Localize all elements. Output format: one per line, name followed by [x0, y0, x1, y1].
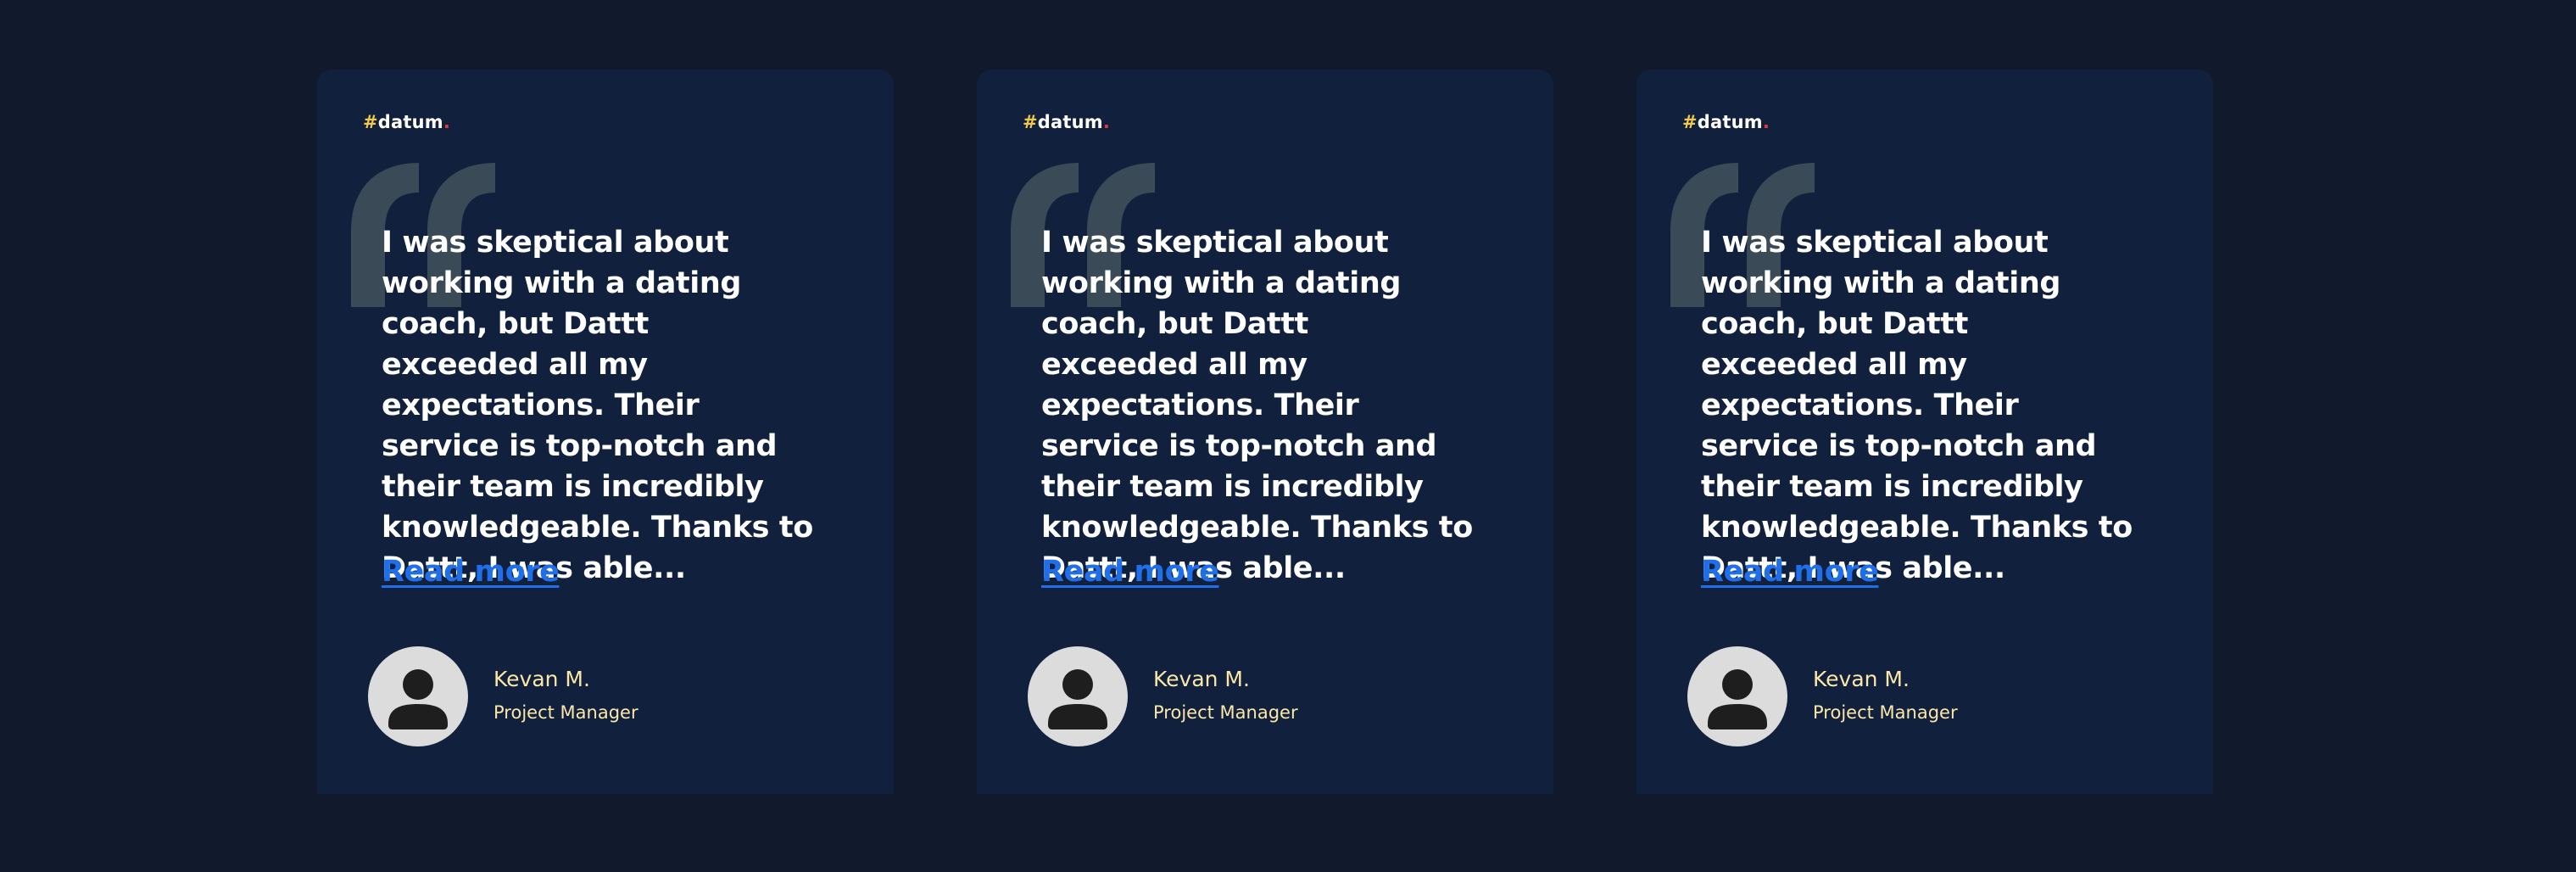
testimonial-card: #datum. I was skeptical about working wi…	[1636, 70, 2213, 794]
read-more-link[interactable]: Read more	[1701, 551, 1879, 592]
testimonial-quote: I was skeptical about working with a dat…	[1041, 226, 1473, 585]
author-role: Project Manager	[1813, 702, 1958, 723]
testimonial-cards: #datum. I was skeptical about working wi…	[317, 70, 2213, 794]
testimonial-quote: I was skeptical about working with a dat…	[1701, 226, 2133, 585]
user-avatar-icon	[368, 646, 468, 746]
testimonial-card: #datum. I was skeptical about working wi…	[977, 70, 1553, 794]
author-name: Kevan M.	[1153, 667, 1250, 691]
datum-logo: #datum.	[1023, 112, 1111, 132]
testimonial-card: #datum. I was skeptical about working wi…	[317, 70, 894, 794]
read-more-link[interactable]: Read more	[382, 551, 560, 592]
author-role: Project Manager	[493, 702, 638, 723]
user-avatar-icon	[1687, 646, 1787, 746]
author-role: Project Manager	[1153, 702, 1298, 723]
testimonial-quote: I was skeptical about working with a dat…	[382, 226, 813, 585]
author-name: Kevan M.	[493, 667, 590, 691]
user-avatar-icon	[1028, 646, 1128, 746]
datum-logo: #datum.	[1682, 112, 1770, 132]
datum-logo: #datum.	[363, 112, 451, 132]
read-more-link[interactable]: Read more	[1041, 551, 1219, 592]
author-name: Kevan M.	[1813, 667, 1910, 691]
